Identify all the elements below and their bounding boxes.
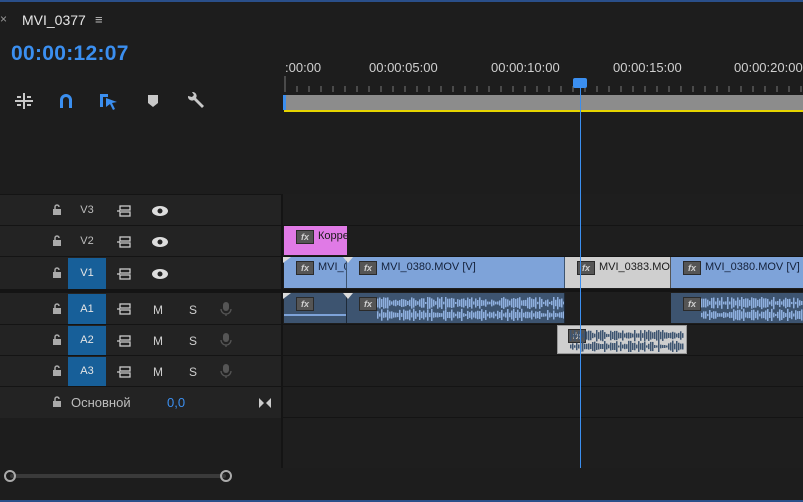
track-name-a2[interactable]: A2 (68, 326, 106, 355)
master-track-label: Основной (71, 395, 131, 410)
audio-waveform (570, 330, 684, 352)
wrench-settings-icon[interactable] (184, 90, 206, 112)
lock-icon[interactable] (51, 267, 63, 279)
microphone-icon[interactable] (220, 301, 232, 317)
solo-button[interactable]: S (189, 303, 197, 317)
render-status-bar (284, 110, 803, 112)
ruler-tick-label: :00:00 (285, 60, 322, 75)
audio-waveform (701, 297, 803, 321)
track-header-a1[interactable]: A1 M S (0, 292, 281, 325)
audio-waveform (377, 297, 564, 321)
clip-start-marker-icon (283, 257, 291, 263)
timeline-zoom-scrollbar[interactable] (4, 470, 232, 482)
track-name-v1[interactable]: V1 (68, 258, 106, 289)
a1-audio-clip[interactable]: fx (284, 293, 347, 323)
add-marker-icon[interactable] (142, 90, 164, 112)
clip-label: Корре (318, 230, 347, 242)
a1-audio-clip[interactable]: fx (671, 293, 803, 323)
sequence-tab-title[interactable]: MVI_0377 (22, 12, 86, 28)
fx-badge: fx (296, 230, 314, 244)
panel-top-border (0, 0, 803, 2)
mute-button[interactable]: M (153, 334, 163, 348)
track-name-v3[interactable]: V3 (68, 197, 106, 224)
lock-icon[interactable] (51, 365, 63, 377)
a1-audio-clip[interactable]: fx (347, 293, 565, 323)
clip-label: MVI_0380.MOV [V] (705, 261, 800, 273)
lock-icon[interactable] (51, 303, 63, 315)
track-header-a3[interactable]: A3 M S (0, 355, 281, 387)
playhead-line[interactable] (580, 86, 581, 468)
v1-clip[interactable]: fx MVI_0 (284, 257, 347, 288)
v1-clip[interactable]: fx MVI_0380.MOV [V] (347, 257, 565, 288)
linked-selection-icon[interactable] (97, 90, 119, 112)
track-divider (283, 417, 803, 418)
work-area-bar[interactable] (284, 95, 803, 110)
fx-badge: fx (683, 261, 701, 275)
audio-waveform (284, 314, 346, 316)
panel-menu-icon[interactable]: ≡ (95, 12, 103, 27)
master-volume-value[interactable]: 0,0 (167, 395, 185, 410)
sync-lock-icon[interactable] (117, 303, 133, 315)
sync-lock-icon[interactable] (117, 205, 133, 217)
ruler-tick-label: 00:00:20:00 (734, 60, 803, 75)
v1-clip[interactable]: fx MVI_0380.MOV [V] (671, 257, 803, 288)
track-divider (283, 386, 803, 387)
track-divider (283, 324, 803, 325)
sync-lock-icon[interactable] (117, 335, 133, 347)
work-area-start-marker[interactable] (283, 95, 286, 110)
insert-edit-icon[interactable] (13, 90, 35, 112)
sync-lock-icon[interactable] (117, 366, 133, 378)
clip-label: MVI_0380.MOV [V] (381, 261, 476, 273)
track-header-master[interactable]: Основной 0,0 (0, 386, 281, 418)
track-header-a2[interactable]: A2 M S (0, 324, 281, 356)
fx-badge: fx (359, 261, 377, 275)
track-header-v2[interactable]: V2 (0, 225, 281, 257)
playhead-timecode[interactable]: 00:00:12:07 (11, 42, 129, 66)
eye-icon[interactable] (151, 236, 169, 248)
track-header-v3[interactable]: V3 (0, 194, 281, 226)
fx-badge: fx (359, 297, 377, 311)
microphone-icon[interactable] (220, 363, 232, 379)
clip-edit-marker-icon (343, 293, 353, 299)
close-tab-icon[interactable]: × (0, 12, 7, 26)
ruler-tick-label: 00:00:05:00 (369, 60, 438, 75)
v2-adjustment-clip[interactable]: fx Корре (284, 226, 347, 255)
mute-button[interactable]: M (153, 303, 163, 317)
lock-icon[interactable] (51, 235, 63, 247)
a2-audio-clip-selected[interactable]: fx (557, 325, 687, 354)
microphone-icon[interactable] (220, 332, 232, 348)
mute-button[interactable]: M (153, 365, 163, 379)
solo-button[interactable]: S (189, 365, 197, 379)
lock-icon[interactable] (51, 396, 63, 408)
clip-label: MVI_0383.MOV (599, 261, 671, 273)
snap-magnet-icon[interactable] (55, 90, 77, 112)
clip-start-marker-icon (283, 293, 291, 299)
clip-edit-marker-icon (343, 257, 353, 263)
solo-button[interactable]: S (189, 334, 197, 348)
eye-icon[interactable] (151, 268, 169, 280)
fx-badge: fx (683, 297, 701, 311)
eye-icon[interactable] (151, 205, 169, 217)
ruler-tick-label: 00:00:15:00 (613, 60, 682, 75)
track-header-v1[interactable]: V1 (0, 256, 281, 290)
ruler-tick-label: 00:00:10:00 (491, 60, 560, 75)
track-name-a1[interactable]: A1 (68, 294, 106, 324)
timeline-tracks-area[interactable] (283, 194, 803, 468)
header-separator (281, 194, 283, 468)
lock-icon[interactable] (51, 334, 63, 346)
track-name-a3[interactable]: A3 (68, 357, 106, 386)
lock-icon[interactable] (51, 204, 63, 216)
sync-lock-icon[interactable] (117, 268, 133, 280)
track-divider (283, 355, 803, 356)
jump-to-edges-icon[interactable] (258, 397, 272, 409)
sync-lock-icon[interactable] (117, 236, 133, 248)
fx-badge: fx (296, 261, 314, 275)
track-name-v2[interactable]: V2 (68, 228, 106, 255)
track-divider (283, 225, 803, 226)
